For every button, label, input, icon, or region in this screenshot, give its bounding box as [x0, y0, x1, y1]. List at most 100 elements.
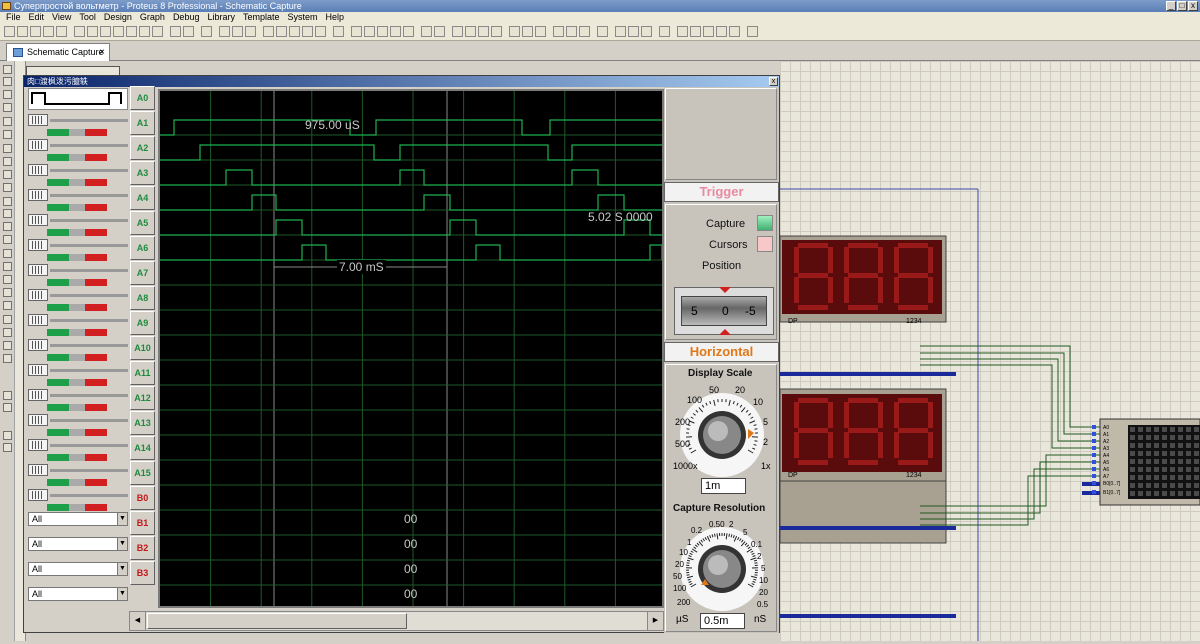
channel-trigger-knob[interactable] — [28, 189, 48, 201]
bus-trigger-select[interactable]: All▼ — [28, 587, 128, 601]
channel-high-indicator[interactable] — [47, 154, 69, 161]
channel-label-a6[interactable]: A6 — [130, 236, 155, 260]
mode-tool-icon[interactable] — [3, 197, 12, 206]
channel-label-a13[interactable]: A13 — [130, 411, 155, 435]
mode-tool-icon[interactable] — [3, 403, 12, 412]
toolbar-button-icon[interactable] — [126, 26, 137, 37]
channel-slider[interactable] — [50, 119, 128, 122]
toolbar-button-icon[interactable] — [113, 26, 124, 37]
channel-trigger-knob[interactable] — [28, 164, 48, 176]
bus-label-b3[interactable]: B3 — [130, 561, 155, 585]
toolbar-button-icon[interactable] — [302, 26, 313, 37]
channel-low-indicator[interactable] — [85, 204, 107, 211]
channel-high-indicator[interactable] — [47, 404, 69, 411]
toolbar-button-icon[interactable] — [729, 26, 740, 37]
channel-slider[interactable] — [50, 169, 128, 172]
channel-label-a5[interactable]: A5 — [130, 211, 155, 235]
toolbar-button-icon[interactable] — [553, 26, 564, 37]
channel-high-indicator[interactable] — [47, 354, 69, 361]
toolbar-button-icon[interactable] — [139, 26, 150, 37]
channel-low-indicator[interactable] — [85, 404, 107, 411]
bus-trigger-select[interactable]: All▼ — [28, 562, 128, 576]
scroll-thumb[interactable] — [147, 613, 407, 629]
toolbar-button-icon[interactable] — [245, 26, 256, 37]
toolbar-button-icon[interactable] — [201, 26, 212, 37]
mode-tool-icon[interactable] — [3, 391, 12, 400]
menu-item-system[interactable]: System — [284, 12, 322, 23]
channel-high-indicator[interactable] — [47, 229, 69, 236]
display-scale-knob[interactable]: 502010010200550021000x1x — [671, 381, 774, 481]
toolbar-button-icon[interactable] — [677, 26, 688, 37]
mode-tool-icon[interactable] — [3, 235, 12, 244]
schematic-canvas[interactable]: A0A1A2A3A4A5A6A7B0[0..7]B1[0..7] DP 1234… — [780, 61, 1200, 641]
toolbar-button-icon[interactable] — [690, 26, 701, 37]
channel-trigger-knob[interactable] — [28, 289, 48, 301]
toolbar-button-icon[interactable] — [74, 26, 85, 37]
menu-item-debug[interactable]: Debug — [169, 12, 204, 23]
toolbar-button-icon[interactable] — [703, 26, 714, 37]
channel-dontcare-indicator[interactable] — [69, 379, 85, 386]
channel-slider[interactable] — [50, 244, 128, 247]
toolbar-button-icon[interactable] — [390, 26, 401, 37]
channel-low-indicator[interactable] — [85, 504, 107, 511]
menu-item-graph[interactable]: Graph — [136, 12, 169, 23]
channel-label-a2[interactable]: A2 — [130, 136, 155, 160]
tab-schematic-capture[interactable]: Schematic Capture × — [6, 43, 110, 61]
channel-dontcare-indicator[interactable] — [69, 454, 85, 461]
menu-item-file[interactable]: File — [2, 12, 25, 23]
channel-label-a0[interactable]: A0 — [130, 86, 155, 110]
channel-trigger-knob[interactable] — [28, 489, 48, 501]
mode-tool-icon[interactable] — [3, 275, 12, 284]
mode-tool-icon[interactable] — [3, 209, 12, 218]
channel-high-indicator[interactable] — [47, 454, 69, 461]
mode-tool-icon[interactable] — [3, 222, 12, 231]
channel-low-indicator[interactable] — [85, 129, 107, 136]
capture-resolution-value[interactable]: 0.5m — [700, 613, 745, 629]
menu-item-help[interactable]: Help — [322, 12, 349, 23]
channel-dontcare-indicator[interactable] — [69, 279, 85, 286]
toolbar-button-icon[interactable] — [716, 26, 727, 37]
channel-slider[interactable] — [50, 194, 128, 197]
bus-label-b0[interactable]: B0 — [130, 486, 155, 510]
toolbar-button-icon[interactable] — [315, 26, 326, 37]
channel-high-indicator[interactable] — [47, 254, 69, 261]
toolbar-button-icon[interactable] — [452, 26, 463, 37]
mode-tool-icon[interactable] — [3, 431, 12, 440]
mode-tool-icon[interactable] — [3, 144, 12, 153]
channel-dontcare-indicator[interactable] — [69, 429, 85, 436]
channel-high-indicator[interactable] — [47, 329, 69, 336]
channel-dontcare-indicator[interactable] — [69, 354, 85, 361]
channel-slider[interactable] — [50, 219, 128, 222]
mode-tool-icon[interactable] — [3, 262, 12, 271]
channel-low-indicator[interactable] — [85, 479, 107, 486]
toolbar-button-icon[interactable] — [100, 26, 111, 37]
toolbar-button-icon[interactable] — [579, 26, 590, 37]
channel-trigger-knob[interactable] — [28, 364, 48, 376]
toolbar-button-icon[interactable] — [615, 26, 626, 37]
toolbar-button-icon[interactable] — [170, 26, 181, 37]
dropdown-arrow-icon[interactable]: ▼ — [117, 563, 127, 575]
channel-label-a8[interactable]: A8 — [130, 286, 155, 310]
channel-dontcare-indicator[interactable] — [69, 329, 85, 336]
close-button[interactable]: x — [1188, 1, 1198, 11]
channel-trigger-knob[interactable] — [28, 264, 48, 276]
channel-high-indicator[interactable] — [47, 179, 69, 186]
channel-low-indicator[interactable] — [85, 229, 107, 236]
channel-trigger-knob[interactable] — [28, 139, 48, 151]
channel-dontcare-indicator[interactable] — [69, 479, 85, 486]
mode-tool-icon[interactable] — [3, 130, 12, 139]
channel-dontcare-indicator[interactable] — [69, 504, 85, 511]
channel-high-indicator[interactable] — [47, 129, 69, 136]
channel-slider[interactable] — [50, 444, 128, 447]
toolbar-button-icon[interactable] — [491, 26, 502, 37]
channel-low-indicator[interactable] — [85, 454, 107, 461]
channel-slider[interactable] — [50, 344, 128, 347]
maximize-button[interactable]: □ — [1177, 1, 1187, 11]
channel-dontcare-indicator[interactable] — [69, 154, 85, 161]
channel-low-indicator[interactable] — [85, 154, 107, 161]
scroll-right-icon[interactable]: ▶ — [647, 612, 663, 630]
channel-low-indicator[interactable] — [85, 429, 107, 436]
channel-label-a14[interactable]: A14 — [130, 436, 155, 460]
mode-tool-icon[interactable] — [3, 328, 12, 337]
channel-low-indicator[interactable] — [85, 379, 107, 386]
